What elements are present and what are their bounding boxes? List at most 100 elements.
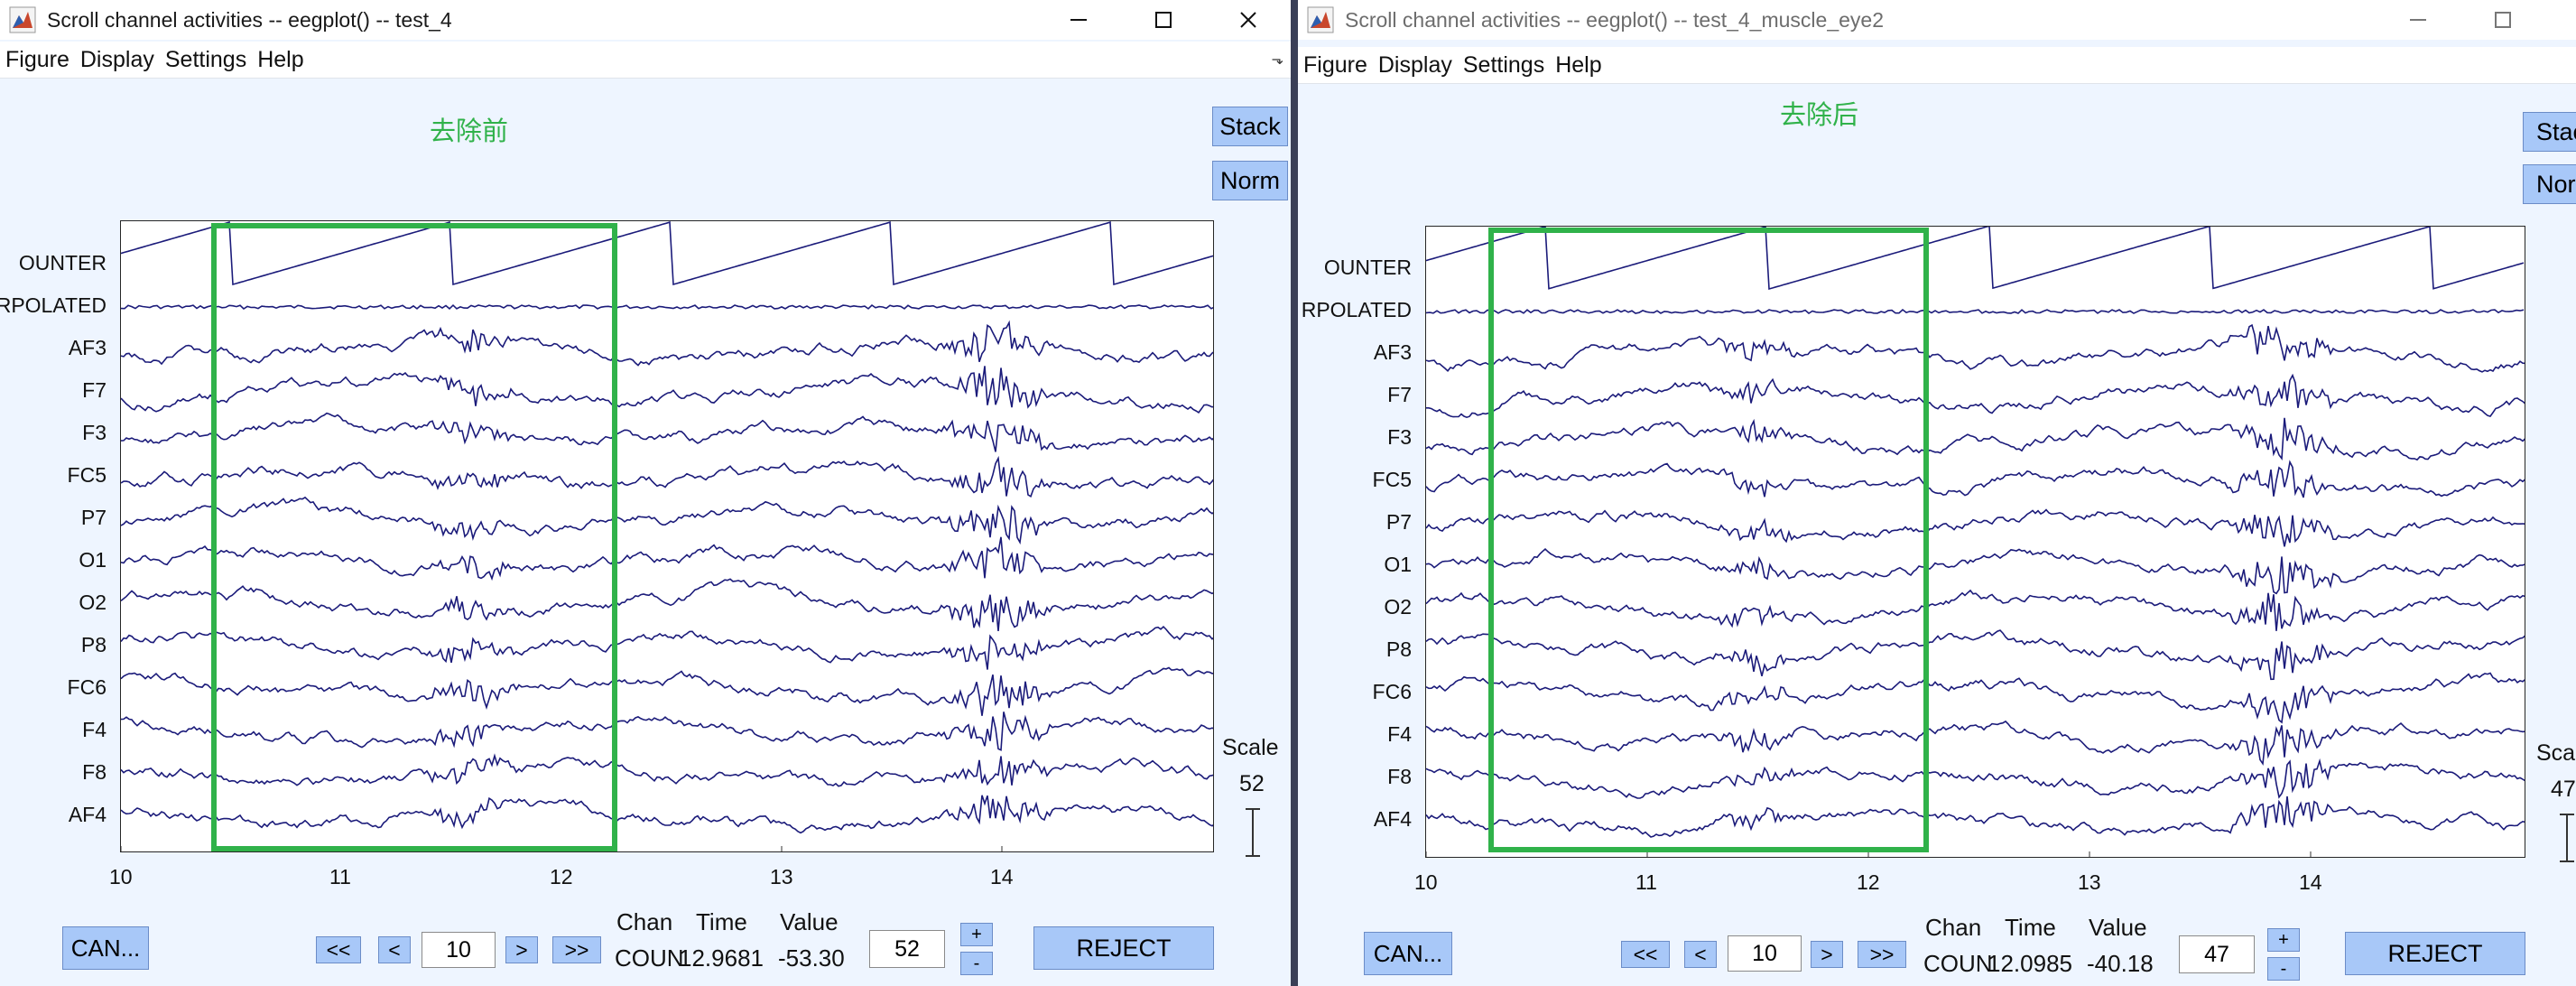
value-header: Value [780,908,839,935]
x-tick-label: 13 [2078,870,2101,894]
title-bar[interactable]: Scroll channel activities -- eegplot() -… [0,0,1291,40]
eeg-trace [1426,629,2525,681]
plot-heading: 去除后 [1780,101,1859,130]
menu-display[interactable]: Display [75,47,160,73]
first-page-button[interactable]: << [316,936,361,963]
eeg-trace [121,578,1213,631]
window-title: Scroll channel activities -- eegplot() -… [47,7,452,32]
scale-label: Scale [1222,735,1279,760]
value-readout: -53.30 [778,944,845,972]
eeg-trace [1426,417,2525,461]
value-header: Value [2089,914,2147,941]
menu-settings[interactable]: Settings [160,47,252,73]
close-button[interactable] [2545,0,2576,40]
scale-value: 52 [1239,771,1265,796]
menu-bar: Figure Display Settings Help [1298,47,2576,84]
scale-decrease-button[interactable]: - [960,952,993,975]
channel-label: O1 [79,548,107,572]
menu-display[interactable]: Display [1373,52,1458,79]
norm-button[interactable]: Norn [2523,164,2576,204]
x-tick-label: 10 [1414,870,1438,894]
window-title: Scroll channel activities -- eegplot() -… [1345,7,1884,32]
channel-label: P8 [80,633,107,656]
eeg-trace [121,666,1213,716]
cancel-button[interactable]: CAN... [62,926,149,970]
eeg-trace [1426,720,2525,767]
channel-label: AF4 [68,803,107,826]
prev-page-button[interactable]: < [378,936,411,963]
x-tick-label: 12 [550,865,573,888]
chan-header: Chan [616,908,673,935]
menu-bar: Figure Display Settings Help ⬎ [0,42,1291,79]
eeg-trace [1426,589,2525,631]
eegplot-window-after: Scroll channel activities -- eegplot() -… [1298,0,2576,986]
norm-button[interactable]: Norm [1212,161,1288,200]
channel-label: P7 [80,506,107,529]
chan-header: Chan [1925,914,1982,941]
title-bar[interactable]: Scroll channel activities -- eegplot() -… [1298,0,2576,40]
scale-bar-icon [1246,808,1260,857]
reject-button[interactable]: REJECT [1033,926,1214,970]
maximize-button[interactable] [1121,0,1206,40]
page-input[interactable]: 10 [422,932,496,968]
menu-help[interactable]: Help [1550,52,1607,79]
stack-button[interactable]: Stac [2523,112,2576,152]
x-tick-label: 14 [2299,870,2322,894]
channel-label: F3 [82,421,107,444]
scale-input[interactable]: 52 [869,930,945,968]
window-divider [1291,0,1298,986]
scale-input[interactable]: 47 [2179,935,2255,973]
eeg-trace [1426,672,2525,724]
eeg-trace [1426,323,2525,373]
eeg-trace [121,320,1213,367]
channel-label: F7 [1387,383,1412,406]
scale-label: Sca [2536,740,2576,766]
cancel-button[interactable]: CAN... [1364,932,1452,975]
close-button[interactable] [1206,0,1291,40]
first-page-button[interactable]: << [1621,941,1670,968]
channel-label: P8 [1385,637,1412,661]
next-page-button[interactable]: > [1811,941,1843,968]
eeg-trace [1426,227,2525,291]
menu-figure[interactable]: Figure [0,47,75,73]
menu-help[interactable]: Help [252,47,309,73]
last-page-button[interactable]: >> [1858,941,1906,968]
close-icon [1240,12,1256,28]
channel-label: AF3 [1373,340,1412,364]
stack-button[interactable]: Stack [1212,107,1288,146]
time-header: Time [2005,914,2056,941]
time-readout: 12.9681 [679,944,764,972]
eegplot-window-before: Scroll channel activities -- eegplot() -… [0,0,1291,986]
toolbar-toggle-icon[interactable]: ⬎ [1272,51,1283,69]
maximize-icon [1155,12,1172,28]
eeg-traces [1426,227,2525,857]
eeg-trace [1426,795,2525,838]
eeg-plot-area[interactable] [120,220,1214,852]
prev-page-button[interactable]: < [1684,941,1717,968]
minimize-icon [2410,19,2426,21]
chan-readout: COUN [615,944,684,972]
menu-settings[interactable]: Settings [1458,52,1550,79]
x-tick-label: 11 [1635,870,1657,894]
next-page-button[interactable]: > [505,936,538,963]
minimize-button[interactable] [2376,0,2460,40]
channel-label: O2 [1384,595,1412,619]
eeg-plot-area[interactable] [1425,226,2525,858]
scale-increase-button[interactable]: + [960,923,993,946]
scale-decrease-button[interactable]: - [2267,957,2300,981]
page-input[interactable]: 10 [1728,935,1802,972]
channel-label: FC5 [1372,468,1412,491]
menu-figure[interactable]: Figure [1298,52,1373,79]
scale-value: 47 [2551,777,2576,802]
minimize-icon [1070,19,1087,21]
x-tick-label: 12 [1857,870,1880,894]
scale-increase-button[interactable]: + [2267,928,2300,952]
reject-button[interactable]: REJECT [2345,932,2525,975]
maximize-button[interactable] [2460,0,2545,40]
channel-label: P7 [1385,510,1412,534]
eeg-trace [121,536,1213,581]
channel-label: O2 [79,591,107,614]
eeg-trace [121,221,1213,286]
minimize-button[interactable] [1036,0,1121,40]
last-page-button[interactable]: >> [552,936,601,963]
